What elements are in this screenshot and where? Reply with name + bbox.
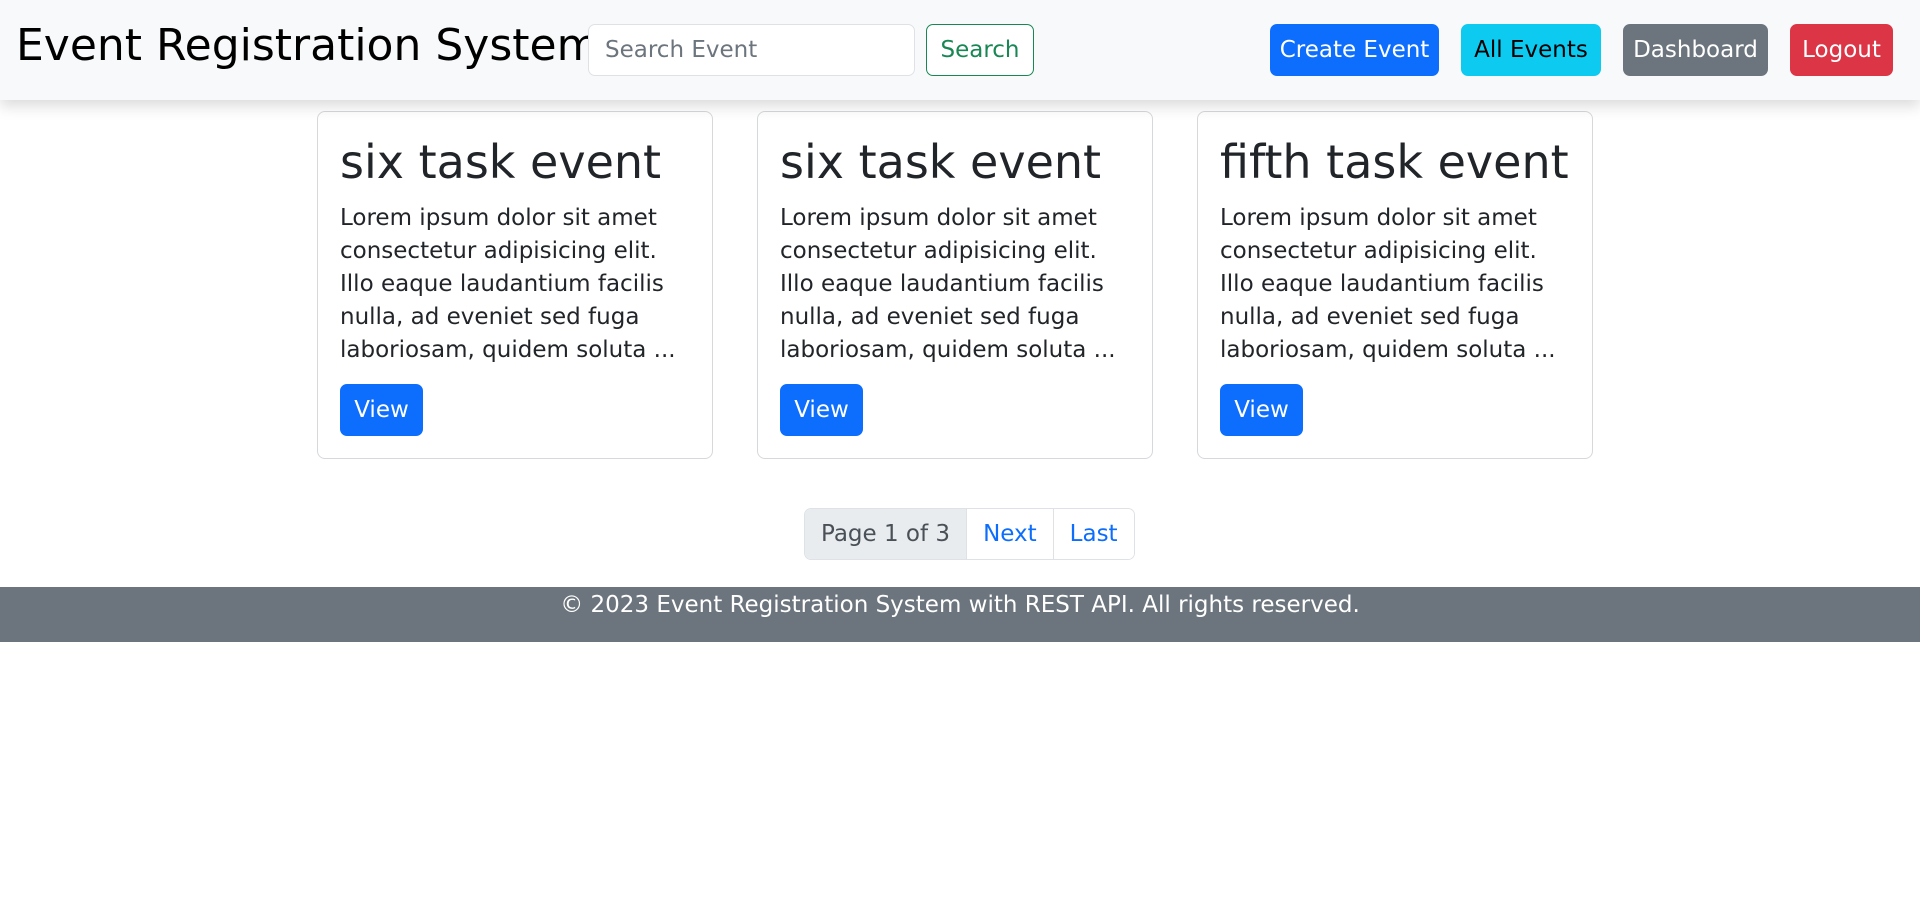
- last-page-link[interactable]: Last: [1052, 509, 1134, 559]
- event-description: Lorem ipsum dolor sit amet consectetur a…: [780, 205, 1116, 363]
- all-events-button[interactable]: All Events: [1461, 24, 1601, 76]
- view-event-button[interactable]: View: [1220, 384, 1303, 436]
- event-title: fifth task event: [1220, 135, 1569, 189]
- page-indicator: Page 1 of 3: [805, 509, 967, 559]
- brand-title[interactable]: Event Registration System: [16, 20, 599, 72]
- view-event-button[interactable]: View: [780, 384, 863, 436]
- dashboard-button[interactable]: Dashboard: [1623, 24, 1768, 76]
- next-page-link[interactable]: Next: [966, 509, 1053, 559]
- footer-text: © 2023 Event Registration System with RE…: [560, 592, 1360, 618]
- view-event-button[interactable]: View: [340, 384, 423, 436]
- footer: © 2023 Event Registration System with RE…: [0, 587, 1920, 642]
- event-card: six task event Lorem ipsum dolor sit ame…: [757, 111, 1153, 459]
- event-title: six task event: [780, 135, 1102, 189]
- event-description: Lorem ipsum dolor sit amet consectetur a…: [340, 205, 676, 363]
- search-input[interactable]: [588, 24, 915, 76]
- event-card: six task event Lorem ipsum dolor sit ame…: [317, 111, 713, 459]
- pagination: Page 1 of 3 Next Last: [804, 508, 1135, 560]
- navbar: Event Registration System Search Create …: [0, 0, 1920, 100]
- event-description: Lorem ipsum dolor sit amet consectetur a…: [1220, 205, 1556, 363]
- search-button[interactable]: Search: [926, 24, 1034, 76]
- create-event-button[interactable]: Create Event: [1270, 24, 1439, 76]
- logout-button[interactable]: Logout: [1790, 24, 1893, 76]
- event-card: fifth task event Lorem ipsum dolor sit a…: [1197, 111, 1593, 459]
- event-title: six task event: [340, 135, 662, 189]
